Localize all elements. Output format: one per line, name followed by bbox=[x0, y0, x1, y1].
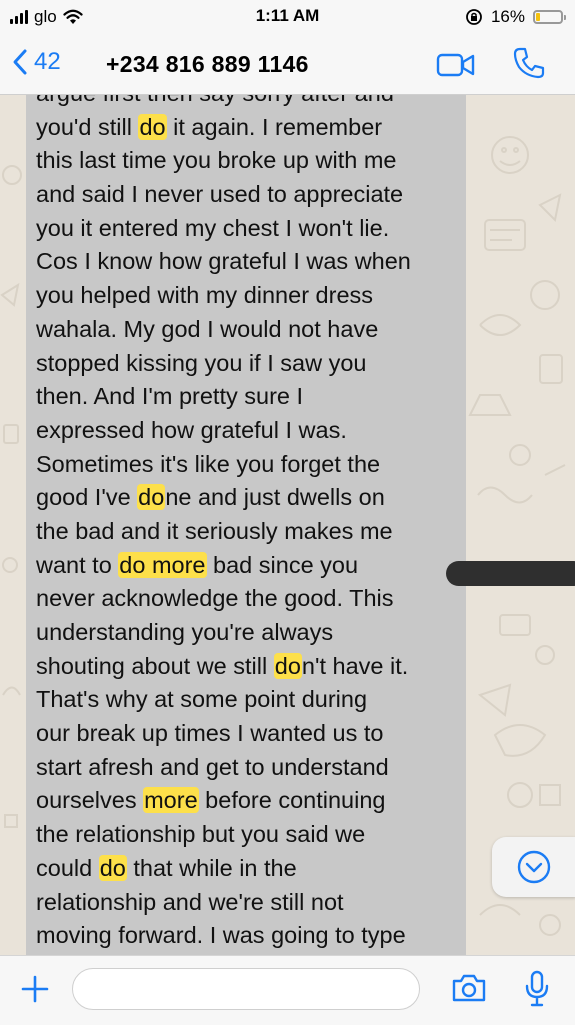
message-text-segment: Sometimes it's like you forget the bbox=[36, 450, 381, 477]
message-line: start afresh and get to understand bbox=[36, 751, 466, 785]
message-text-segment: the relationship but you said we bbox=[36, 821, 366, 848]
message-text-segment: and said I never used to appreciate bbox=[36, 181, 404, 208]
battery-fill bbox=[536, 13, 540, 21]
search-highlight: do bbox=[138, 113, 167, 140]
message-line: That's why at some point during bbox=[36, 683, 466, 717]
back-button[interactable]: 42 bbox=[12, 48, 61, 76]
status-right: 16% bbox=[465, 6, 566, 28]
message-text-segment: bad since you bbox=[206, 551, 359, 578]
message-line: Cos I know how grateful I was when bbox=[36, 245, 466, 279]
rotation-lock-icon bbox=[466, 9, 482, 25]
message-line: ourselves more before continuing bbox=[36, 784, 466, 818]
message-text-segment: argue first then say sorry after and bbox=[36, 95, 394, 106]
camera-icon[interactable] bbox=[450, 972, 488, 1004]
message-text-segment: stopped kissing you if I saw you bbox=[36, 349, 367, 376]
message-text-segment: understanding you're always bbox=[36, 619, 334, 645]
battery-icon bbox=[533, 10, 566, 24]
message-text-segment: start afresh and get to understand bbox=[36, 753, 389, 780]
phone-icon[interactable] bbox=[512, 46, 546, 80]
contact-name[interactable]: +234 816 889 1146 bbox=[106, 51, 309, 78]
message-text-segment: then. And I'm pretty sure I bbox=[36, 383, 304, 410]
scroll-to-bottom-button[interactable] bbox=[492, 837, 575, 897]
message-text-segment: That's why at some point during bbox=[36, 686, 368, 713]
message-line: you helped with my dinner dress bbox=[36, 279, 466, 313]
redaction-bar bbox=[446, 561, 575, 586]
message-line: you it entered my chest I won't lie. bbox=[36, 212, 466, 246]
message-text-segment: ourselves bbox=[36, 787, 144, 814]
message-text-segment: that while in the bbox=[126, 854, 297, 881]
message-text-segment: want to bbox=[36, 551, 119, 578]
message-text-segment: you'd still bbox=[36, 113, 139, 140]
message-line: expressed how grateful I was. bbox=[36, 414, 466, 448]
message-text-segment: moving forward. I was going to type bbox=[36, 922, 406, 949]
message-text-segment: wahala. My god I would not have bbox=[36, 315, 379, 342]
message-line: you'd still do it again. I remember bbox=[36, 111, 466, 145]
message-line: Sometimes it's like you forget the bbox=[36, 448, 466, 482]
chevron-left-icon bbox=[13, 49, 27, 75]
message-line: shouting about we still don't have it. bbox=[36, 650, 466, 684]
message-line: good I've done and just dwells on bbox=[36, 481, 466, 515]
message-text-segment: before continuing bbox=[198, 787, 386, 814]
microphone-icon[interactable] bbox=[524, 970, 550, 1008]
plus-icon[interactable] bbox=[20, 974, 50, 1004]
message-line: the bad and it seriously makes me bbox=[36, 515, 466, 549]
message-line: and said I never used to appreciate bbox=[36, 178, 466, 212]
search-highlight: more bbox=[143, 787, 199, 814]
message-line: the relationship but you said we bbox=[36, 818, 466, 852]
unread-count: 42 bbox=[34, 48, 61, 75]
message-line: stopped kissing you if I saw you bbox=[36, 347, 466, 381]
input-bar bbox=[0, 955, 575, 1025]
search-highlight: do bbox=[137, 484, 166, 511]
message-text-segment: expressed how grateful I was. bbox=[36, 416, 347, 443]
message-bubble[interactable]: argue first then say sorry after and you'… bbox=[26, 95, 466, 955]
message-text-segment: relationship and we're still not bbox=[36, 888, 344, 915]
message-text-segment: never acknowledge the good. This bbox=[36, 585, 394, 612]
message-text-segment: good I've bbox=[36, 484, 138, 511]
message-text-segment: you helped with my dinner dress bbox=[36, 282, 374, 309]
message-line: then. And I'm pretty sure I bbox=[36, 380, 466, 414]
video-call-icon[interactable] bbox=[436, 52, 476, 78]
chat-header: 42 +234 816 889 1146 bbox=[0, 34, 575, 95]
message-line: moving forward. I was going to type bbox=[36, 919, 466, 953]
message-line: understanding you're always bbox=[36, 616, 466, 650]
message-line: our break up times I wanted us to bbox=[36, 717, 466, 751]
message-text-segment: Cos I know how grateful I was when bbox=[36, 248, 411, 275]
status-bar: glo 1:11 AM 16% bbox=[0, 0, 575, 34]
message-text-segment: it again. I remember bbox=[166, 113, 383, 140]
chat-area[interactable]: argue first then say sorry after and you'… bbox=[0, 95, 575, 955]
search-highlight: do more bbox=[118, 551, 207, 578]
message-line: relationship and we're still not bbox=[36, 886, 466, 920]
message-text-segment: shouting about we still bbox=[36, 652, 274, 679]
battery-percent: 16% bbox=[490, 7, 525, 26]
search-highlight: do bbox=[273, 652, 302, 679]
message-input[interactable] bbox=[72, 968, 420, 1010]
message-text-segment: n't have it. bbox=[301, 652, 409, 679]
chevron-down-circle-icon bbox=[517, 850, 551, 884]
message-line: wahala. My god I would not have bbox=[36, 313, 466, 347]
message-text-segment: could bbox=[36, 854, 99, 881]
message-text-segment: ne and just dwells on bbox=[165, 484, 385, 511]
message-line: could do that while in the bbox=[36, 852, 466, 886]
message-text-segment: the bad and it seriously makes me bbox=[36, 517, 393, 544]
message-line: never acknowledge the good. This bbox=[36, 582, 466, 616]
message-text-segment: you it entered my chest I won't lie. bbox=[36, 214, 390, 241]
message-text-segment: this last time you broke up with me bbox=[36, 147, 397, 174]
message-text: argue first then say sorry after and you'… bbox=[36, 95, 466, 953]
message-line: argue first then say sorry after and bbox=[36, 95, 466, 111]
message-line: want to do more bad since you bbox=[36, 549, 466, 583]
message-line: this last time you broke up with me bbox=[36, 144, 466, 178]
message-text-segment: our break up times I wanted us to bbox=[36, 720, 384, 747]
search-highlight: do bbox=[98, 854, 127, 881]
